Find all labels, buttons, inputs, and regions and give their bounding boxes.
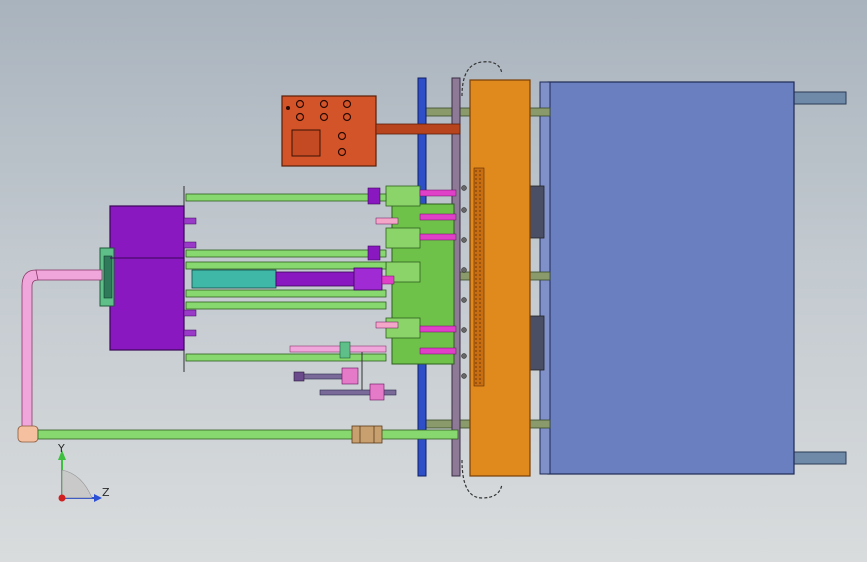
mold-guide-rods [791, 91, 847, 465]
mold-block[interactable] [547, 81, 795, 475]
purple-housing[interactable] [99, 205, 197, 351]
heater-ribs [473, 167, 485, 387]
cad-viewport[interactable]: Y Z [0, 0, 867, 562]
coordinate-triad-icon [58, 450, 102, 502]
bottom-coolant-pipe[interactable] [37, 425, 459, 444]
valve-assembly[interactable] [289, 341, 397, 401]
triad-z-label: Z [102, 486, 110, 499]
injection-cylinder[interactable] [191, 267, 395, 291]
plate-bolts [461, 185, 467, 379]
assembly-model[interactable] [0, 0, 867, 562]
green-nozzle-cluster[interactable] [375, 185, 457, 365]
triad-y-label: Y [58, 442, 65, 455]
pink-coolant-pipe[interactable] [17, 269, 103, 443]
control-box[interactable] [281, 95, 461, 167]
